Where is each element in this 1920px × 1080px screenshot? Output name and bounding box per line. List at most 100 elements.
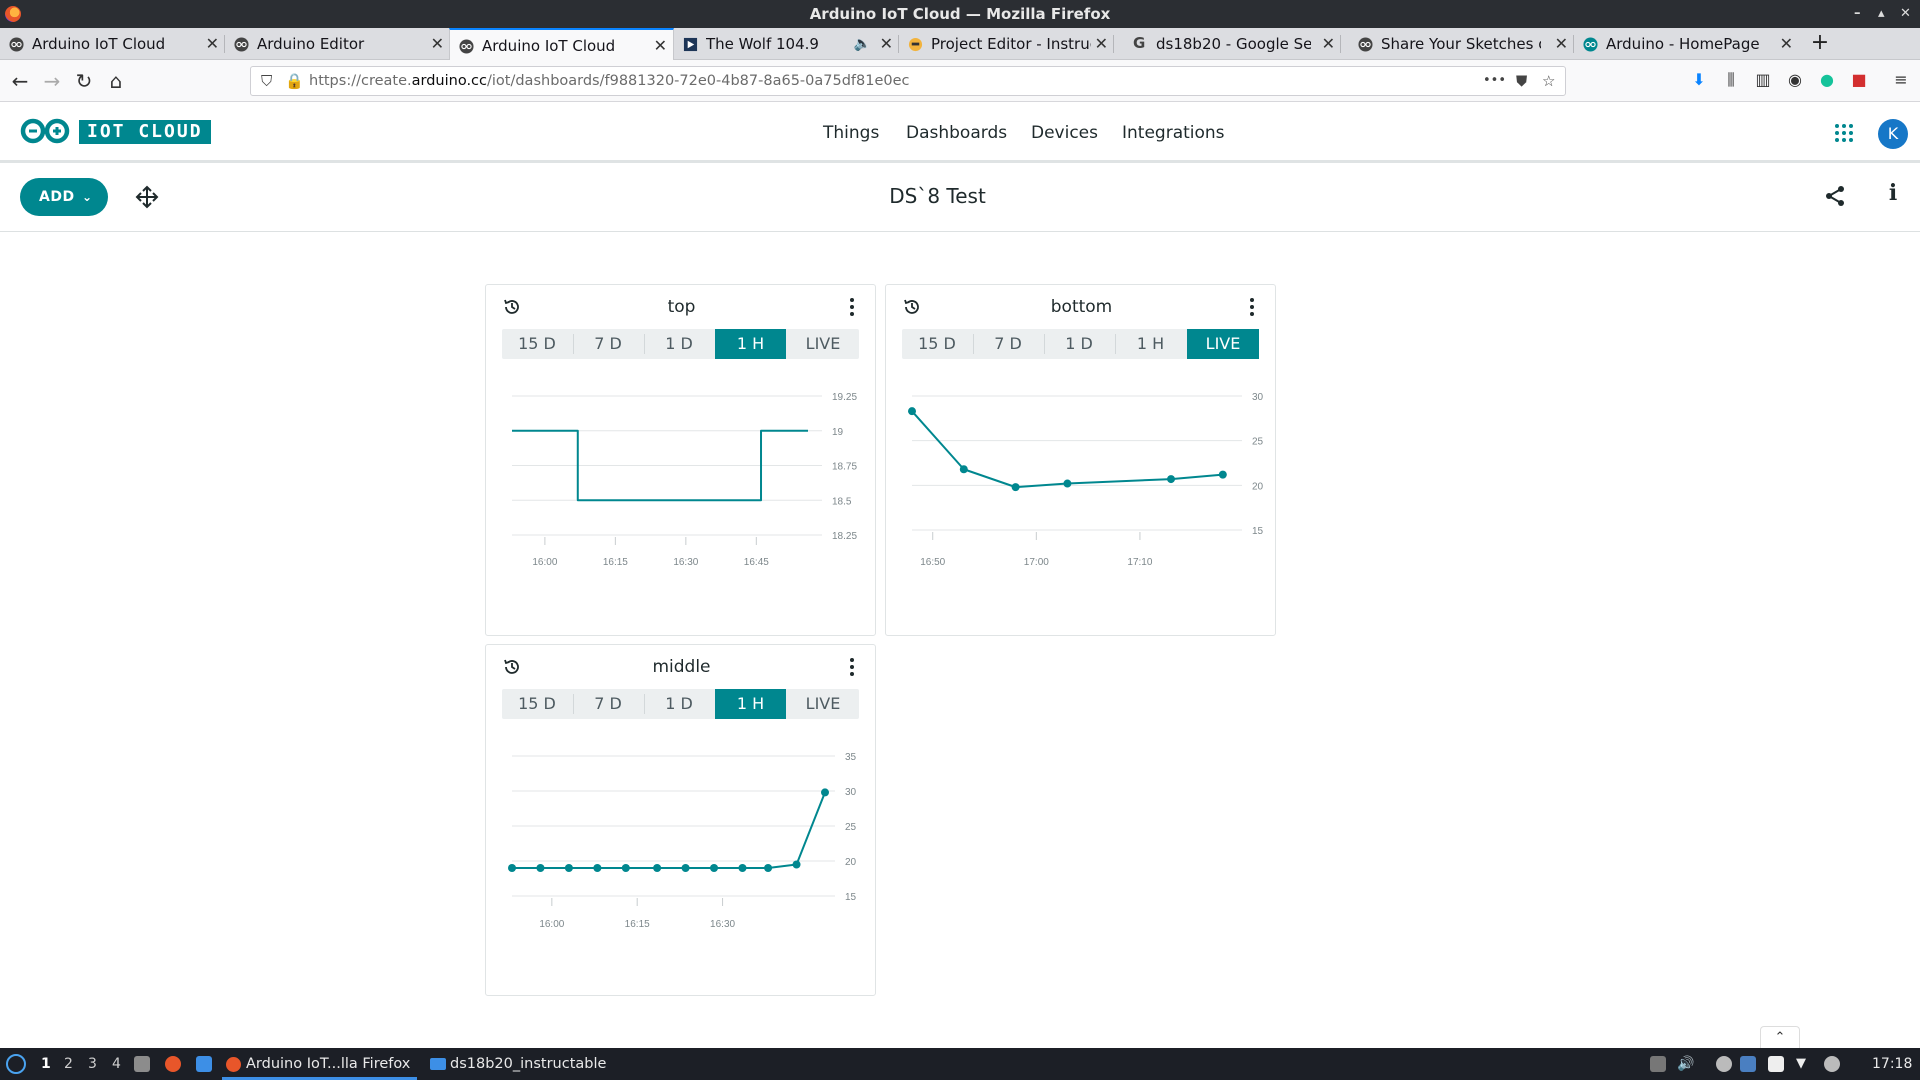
scroll-to-top-button[interactable]: ⌃: [1760, 1026, 1800, 1048]
bookmark-star-icon[interactable]: ☆: [1542, 67, 1555, 95]
browser-tab[interactable]: Share Your Sketches on ✕: [1349, 28, 1574, 60]
tracking-shield-icon[interactable]: ⛉: [261, 67, 272, 95]
browser-tab-active[interactable]: Arduino IoT Cloud ✕: [449, 28, 674, 60]
task-firefox[interactable]: Arduino IoT...lla Firefox: [222, 1048, 417, 1080]
more-options-icon[interactable]: [849, 297, 855, 317]
range-live[interactable]: LIVE: [787, 329, 859, 359]
time-range-selector: 15 D 7 D 1 D 1 H LIVE: [502, 329, 859, 359]
volume-icon[interactable]: 🔊: [1677, 1056, 1694, 1072]
range-1h[interactable]: 1 H: [715, 329, 786, 359]
new-tab-icon[interactable]: +: [1806, 28, 1834, 60]
speaker-icon[interactable]: 🔈: [854, 28, 871, 60]
pocket-icon[interactable]: ⛊: [1516, 67, 1527, 95]
task-folder[interactable]: ds18b20_instructable: [426, 1048, 626, 1080]
more-options-icon[interactable]: [849, 657, 855, 677]
line-chart: 30 25 20 15 16:50 17:00 17:10: [908, 392, 1264, 568]
clipboard-icon[interactable]: [1650, 1056, 1666, 1072]
grammarly-icon[interactable]: ●: [1816, 68, 1838, 92]
logo-text[interactable]: IOT CLOUD: [79, 120, 211, 144]
browser-tab[interactable]: Project Editor - Instructa ✕: [899, 28, 1114, 60]
url-bar[interactable]: ⛉ 🔒 https://create.arduino.cc/iot/dashbo…: [250, 66, 1566, 96]
share-icon[interactable]: [1823, 184, 1847, 208]
range-1d[interactable]: 1 D: [644, 689, 714, 719]
y-tick-label: 35: [845, 752, 857, 763]
tab-close-icon[interactable]: ✕: [654, 30, 667, 60]
arduino-favicon-icon: [9, 37, 24, 52]
range-15d[interactable]: 15 D: [502, 689, 572, 719]
range-15d[interactable]: 15 D: [902, 329, 972, 359]
range-7d[interactable]: 7 D: [973, 329, 1043, 359]
range-7d[interactable]: 7 D: [573, 689, 643, 719]
bluetooth-icon[interactable]: [1740, 1056, 1756, 1072]
account-icon[interactable]: ◉: [1784, 68, 1806, 92]
range-live[interactable]: LIVE: [787, 689, 859, 719]
range-7d[interactable]: 7 D: [573, 329, 643, 359]
arduino-logo-icon[interactable]: [20, 118, 72, 144]
range-live[interactable]: LIVE: [1187, 329, 1259, 359]
power-icon[interactable]: [1824, 1056, 1840, 1072]
tab-close-icon[interactable]: ✕: [1780, 28, 1793, 60]
tab-close-icon[interactable]: ✕: [1322, 28, 1335, 60]
nav-integrations[interactable]: Integrations: [1122, 103, 1225, 163]
wifi-icon[interactable]: ▼: [1796, 1056, 1812, 1072]
workspace-2[interactable]: 2: [64, 1048, 73, 1080]
browser-navbar: ← → ↻ ⌂ ⛉ 🔒 https://create.arduino.cc/io…: [0, 60, 1920, 102]
browser-tab[interactable]: G ds18b20 - Google Searc ✕: [1124, 28, 1341, 60]
sidebar-icon[interactable]: ▥: [1752, 68, 1774, 92]
apps-grid-icon[interactable]: [1834, 123, 1854, 143]
nav-devices[interactable]: Devices: [1031, 103, 1098, 163]
browser-tab[interactable]: Arduino IoT Cloud ✕: [0, 28, 225, 60]
line-chart: 19.25 19 18.75 18.5 18.25 16:00 16:15 16:30 16:4…: [512, 392, 857, 568]
minimize-icon[interactable]: –: [1854, 0, 1861, 28]
extension-icon[interactable]: ■: [1848, 68, 1870, 92]
home-icon[interactable]: ⌂: [102, 67, 130, 95]
range-1d[interactable]: 1 D: [644, 329, 714, 359]
library-icon[interactable]: ⫼: [1720, 68, 1742, 92]
back-icon[interactable]: ←: [6, 67, 34, 95]
tab-close-icon[interactable]: ✕: [206, 28, 219, 60]
data-point: [508, 864, 516, 872]
tab-close-icon[interactable]: ✕: [1095, 28, 1108, 60]
tab-close-icon[interactable]: ✕: [1555, 28, 1568, 60]
user-avatar[interactable]: K: [1878, 119, 1908, 149]
maximize-icon[interactable]: ▴: [1878, 0, 1885, 28]
menu-icon[interactable]: ≡: [1890, 68, 1912, 92]
range-15d[interactable]: 15 D: [502, 329, 572, 359]
y-tick-label: 25: [1252, 437, 1264, 448]
nav-things[interactable]: Things: [823, 103, 879, 163]
tab-close-icon[interactable]: ✕: [431, 28, 444, 60]
task-label: Arduino IoT...lla Firefox: [246, 1056, 411, 1072]
x-tick-label: 16:00: [532, 557, 557, 568]
y-tick-label: 30: [845, 787, 857, 798]
browser-tab[interactable]: Arduino - HomePage ✕: [1574, 28, 1799, 60]
info-icon[interactable]: i: [1883, 180, 1903, 210]
tab-label: ds18b20 - Google Searc: [1156, 35, 1311, 53]
settings-tray-icon[interactable]: [1716, 1056, 1732, 1072]
forward-icon[interactable]: →: [38, 67, 66, 95]
workspace-4[interactable]: 4: [112, 1048, 121, 1080]
browser-tab[interactable]: Arduino Editor ✕: [225, 28, 450, 60]
data-point: [1218, 470, 1227, 479]
page-actions-icon[interactable]: •••: [1483, 67, 1506, 95]
range-1d[interactable]: 1 D: [1044, 329, 1114, 359]
workspace-1[interactable]: 1: [41, 1048, 51, 1080]
folder-launcher-icon[interactable]: [196, 1056, 212, 1072]
downloads-icon[interactable]: ⬇: [1688, 68, 1710, 92]
reload-icon[interactable]: ↻: [70, 67, 98, 95]
nav-dashboards[interactable]: Dashboards: [906, 103, 1007, 163]
tab-close-icon[interactable]: ✕: [880, 28, 893, 60]
url-text[interactable]: https://create.arduino.cc/iot/dashboards…: [309, 67, 910, 95]
workspace-3[interactable]: 3: [88, 1048, 97, 1080]
more-options-icon[interactable]: [1249, 297, 1255, 317]
lock-icon[interactable]: 🔒: [285, 67, 304, 95]
notes-icon[interactable]: [1768, 1056, 1784, 1072]
file-manager-icon[interactable]: [134, 1056, 150, 1072]
range-1h[interactable]: 1 H: [1115, 329, 1186, 359]
firefox-launcher-icon[interactable]: [165, 1056, 181, 1072]
x-tick-label: 16:15: [603, 557, 628, 568]
browser-tab[interactable]: The Wolf 104.9 🔈 ✕: [674, 28, 899, 60]
arduino-favicon-icon: [1583, 37, 1598, 52]
close-window-icon[interactable]: ✕: [1900, 0, 1911, 28]
system-menu-icon[interactable]: [6, 1054, 26, 1074]
range-1h[interactable]: 1 H: [715, 689, 786, 719]
